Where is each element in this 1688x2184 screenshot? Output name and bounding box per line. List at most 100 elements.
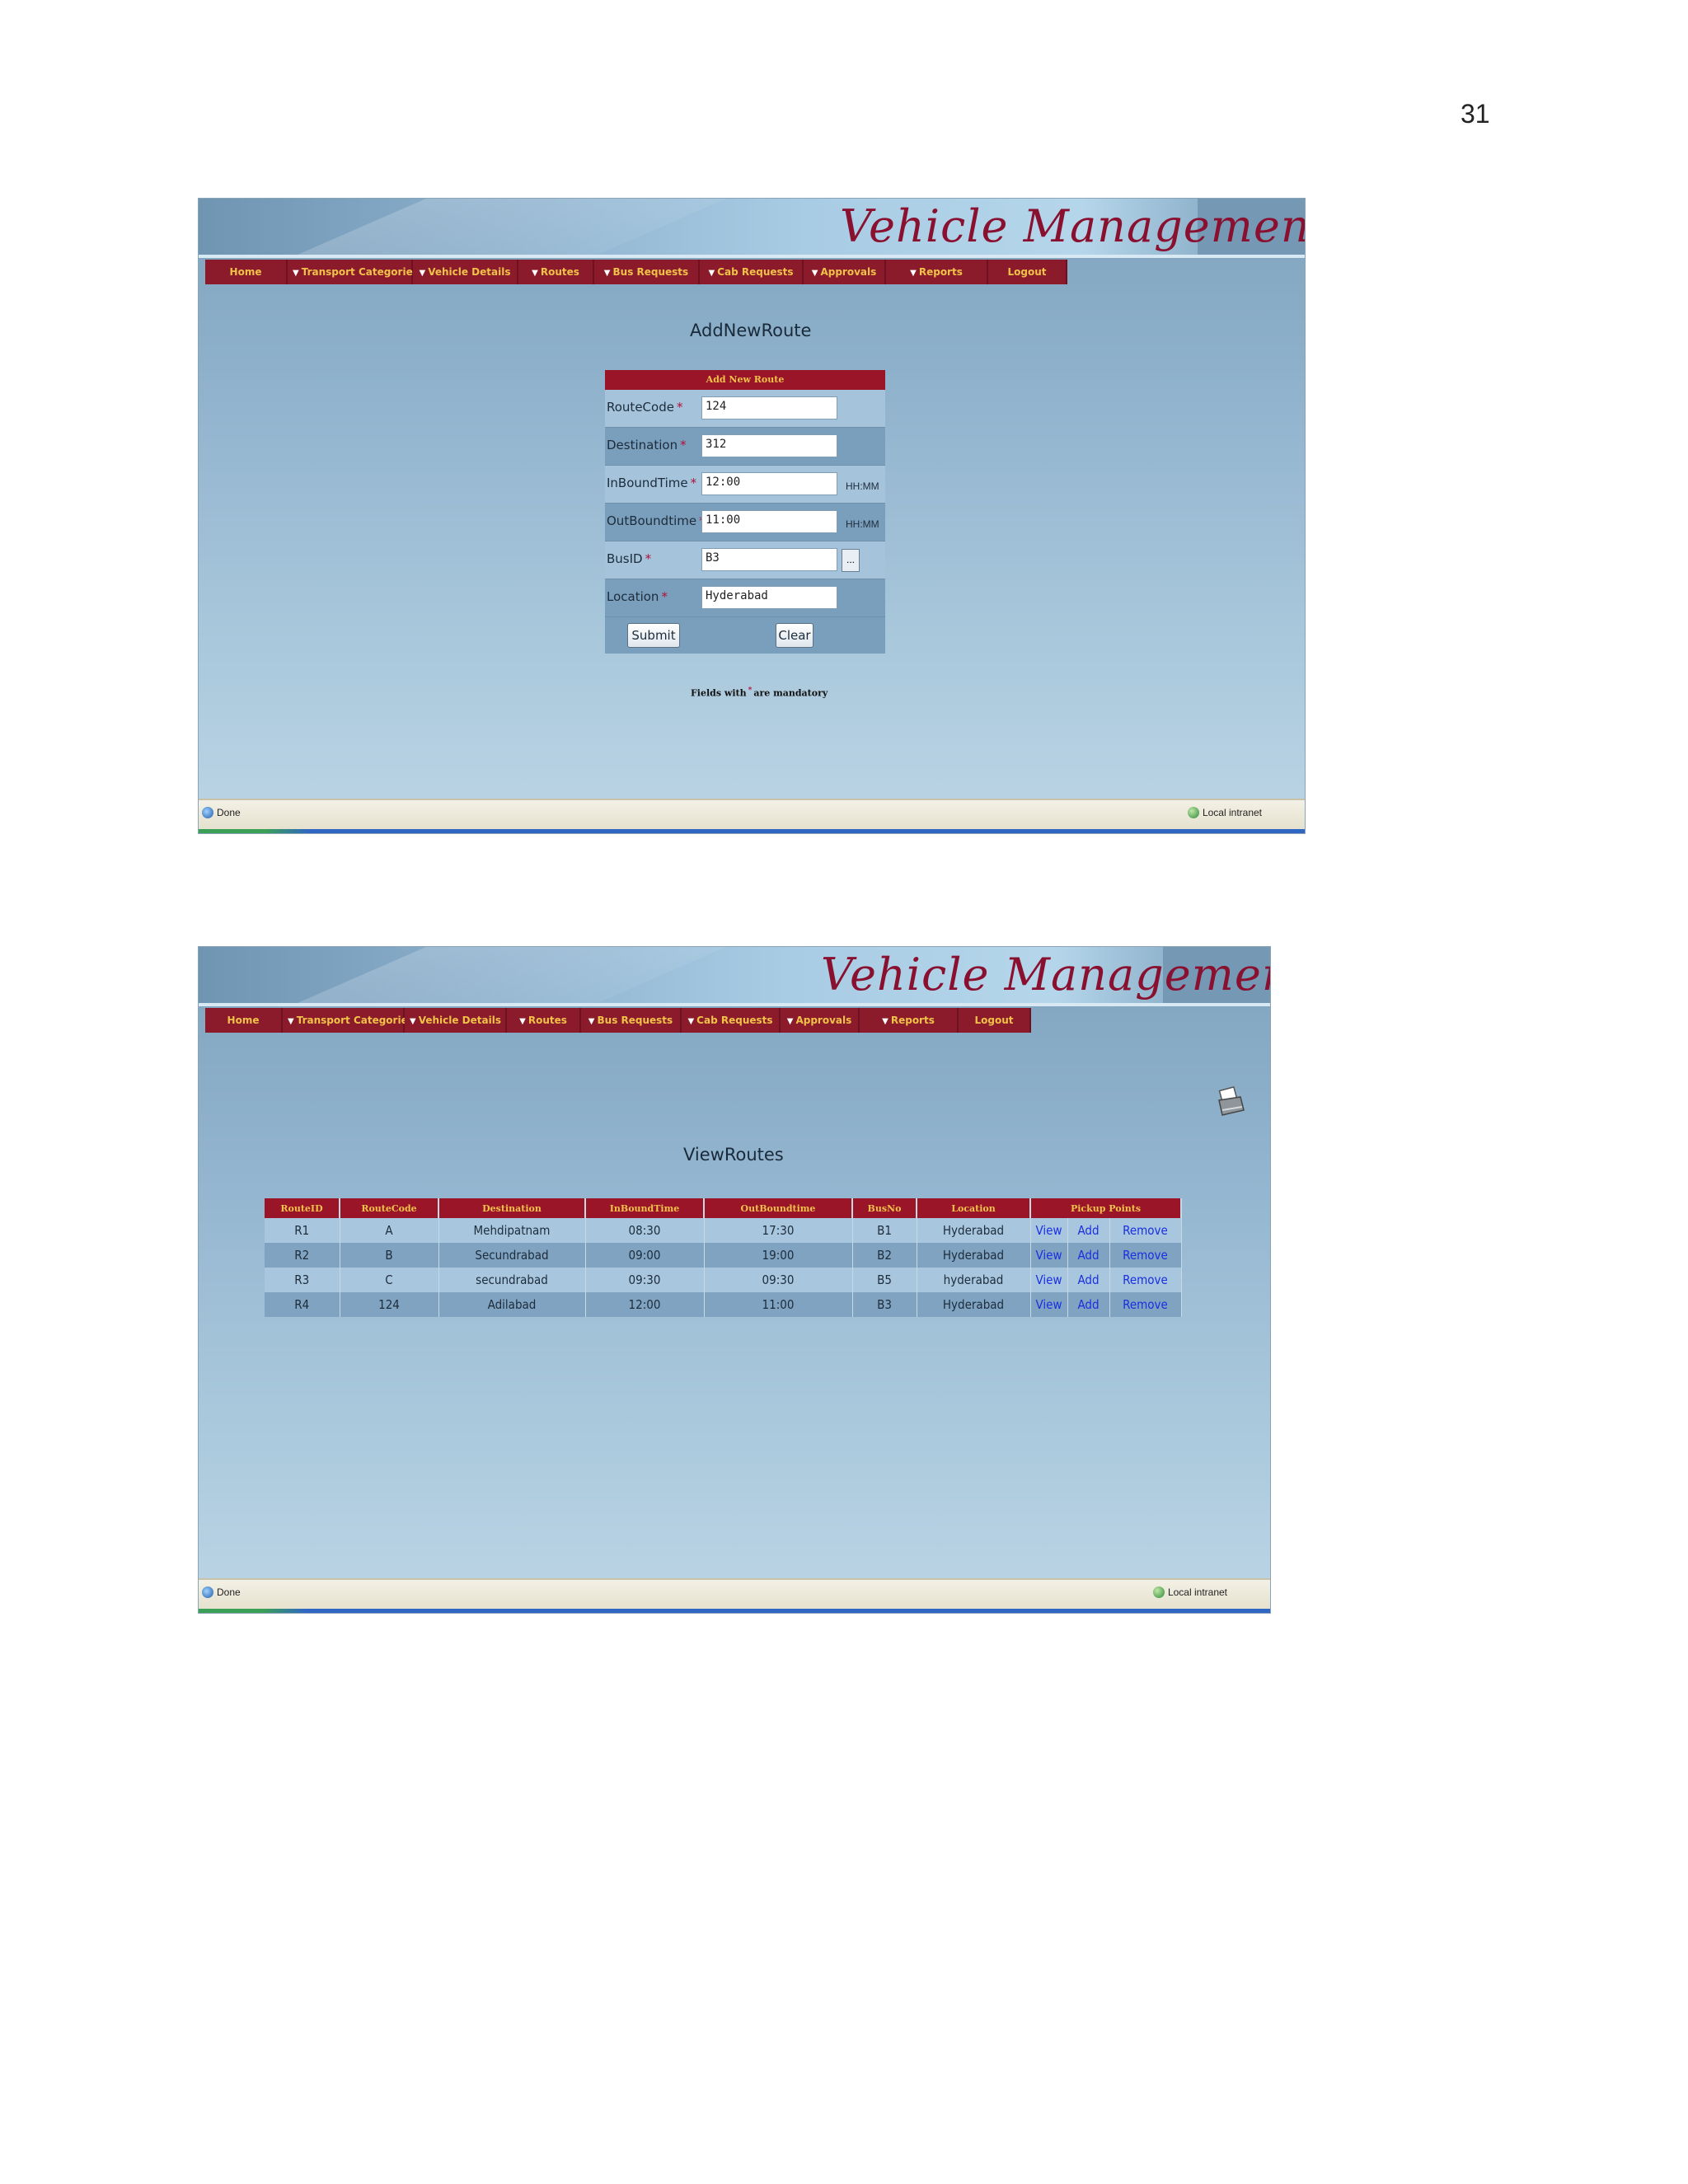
menu-item-bus-requests[interactable]: ▼ Bus Requests bbox=[581, 1008, 682, 1033]
menu-item-logout[interactable]: Logout bbox=[988, 260, 1067, 284]
destination-input[interactable]: 312 bbox=[701, 434, 837, 457]
form-title: Add New Route bbox=[605, 370, 885, 390]
menu-item-home[interactable]: Home bbox=[205, 260, 288, 284]
mandatory-note: Fields with * are mandatory bbox=[691, 687, 828, 699]
field-label-text: Location bbox=[607, 589, 659, 604]
column-header: InBoundTime bbox=[585, 1198, 705, 1218]
menu-item-label: Transport Categories bbox=[296, 1015, 414, 1026]
menu-item-bus-requests[interactable]: ▼ Bus Requests bbox=[594, 260, 700, 284]
menu-item-label: Routes bbox=[540, 266, 579, 278]
status-text: Done bbox=[217, 807, 241, 818]
app-title: Vehicle Management bbox=[821, 949, 1271, 1001]
remove-pickup-link[interactable]: Remove bbox=[1109, 1218, 1182, 1243]
menu-item-label: Bus Requests bbox=[597, 1015, 673, 1026]
required-marker: * bbox=[676, 400, 683, 415]
zone-text: Local intranet bbox=[1167, 1586, 1227, 1598]
menu-item-label: Vehicle Details bbox=[418, 1015, 501, 1026]
view-pickup-link[interactable]: View bbox=[1030, 1218, 1068, 1243]
menu-item-cab-requests[interactable]: ▼ Cab Requests bbox=[700, 260, 804, 284]
table-cell: B3 bbox=[852, 1292, 917, 1317]
field-label: OutBoundtime* bbox=[607, 513, 706, 528]
menu-item-label: Approvals bbox=[820, 266, 877, 278]
menu-item-transport-categories[interactable]: ▼ Transport Categories bbox=[288, 260, 419, 284]
view-routes-screenshot: Vehicle Management Home ▼ Transport Catego… bbox=[198, 946, 1271, 1614]
location-input[interactable]: Hyderabad bbox=[701, 586, 837, 609]
table-cell: B1 bbox=[852, 1218, 917, 1243]
bus-lookup-button[interactable]: ... bbox=[842, 549, 860, 572]
view-pickup-link[interactable]: View bbox=[1030, 1268, 1068, 1292]
table-cell: B bbox=[340, 1243, 439, 1268]
table-cell: Secundrabad bbox=[438, 1243, 586, 1268]
remove-pickup-link[interactable]: Remove bbox=[1109, 1243, 1182, 1268]
menu-item-label: Cab Requests bbox=[696, 1015, 773, 1026]
menu-item-routes[interactable]: ▼ Routes bbox=[518, 260, 594, 284]
form-row-busid: BusID * B3... bbox=[605, 541, 885, 579]
view-pickup-link[interactable]: View bbox=[1030, 1292, 1068, 1317]
menu-item-label: Reports bbox=[890, 1015, 935, 1026]
main-menu: Home ▼ Transport Categories ▼ Vehicle Detail… bbox=[205, 1008, 1031, 1033]
add-pickup-link[interactable]: Add bbox=[1067, 1292, 1110, 1317]
dropdown-arrow-icon: ▼ bbox=[603, 269, 611, 278]
table-cell: B2 bbox=[852, 1243, 917, 1268]
submit-button[interactable]: Submit bbox=[627, 623, 680, 648]
dropdown-arrow-icon: ▼ bbox=[786, 1017, 794, 1026]
menu-item-approvals[interactable]: ▼ Approvals bbox=[804, 260, 886, 284]
remove-pickup-link[interactable]: Remove bbox=[1109, 1268, 1182, 1292]
column-header: RouteID bbox=[265, 1198, 340, 1218]
status-bar: Done Local intranet bbox=[199, 1578, 1270, 1613]
table-row: R3 Csecundrabad 09:30 09:30 B5 hyderabad View A… bbox=[265, 1268, 1182, 1292]
table-cell: Hyderabad bbox=[917, 1218, 1031, 1243]
field-label-text: OutBoundtime bbox=[607, 513, 697, 528]
status-bar: Done Local intranet bbox=[199, 799, 1305, 833]
menu-item-routes[interactable]: ▼ Routes bbox=[507, 1008, 581, 1033]
form-row-destination: Destination * 312 bbox=[605, 428, 885, 466]
column-header: Destination bbox=[438, 1198, 586, 1218]
menu-item-home[interactable]: Home bbox=[205, 1008, 283, 1033]
column-header: OutBoundtime bbox=[704, 1198, 853, 1218]
print-icon[interactable] bbox=[1214, 1085, 1247, 1118]
view-pickup-link[interactable]: View bbox=[1030, 1243, 1068, 1268]
form-row-outboundtime: OutBoundtime*11:00 HH:MM bbox=[605, 504, 885, 541]
field-label: Destination * bbox=[607, 438, 687, 452]
menu-item-vehicle-details[interactable]: ▼ Vehicle Details bbox=[413, 260, 518, 284]
app-banner: Vehicle Management bbox=[199, 947, 1270, 1006]
menu-item-approvals[interactable]: ▼ Approvals bbox=[781, 1008, 860, 1033]
add-pickup-link[interactable]: Add bbox=[1067, 1243, 1110, 1268]
dropdown-arrow-icon: ▼ bbox=[588, 1017, 595, 1026]
menu-item-label: Logout bbox=[974, 1015, 1014, 1026]
busid-input[interactable]: B3 bbox=[701, 548, 837, 571]
table-cell: 11:00 bbox=[704, 1292, 853, 1317]
field-label-text: RouteCode bbox=[607, 400, 674, 415]
routecode-input[interactable]: 124 bbox=[701, 396, 837, 419]
table-cell: Hyderabad bbox=[917, 1292, 1031, 1317]
menu-item-cab-requests[interactable]: ▼ Cab Requests bbox=[682, 1008, 781, 1033]
table-cell: Mehdipatnam bbox=[438, 1218, 586, 1243]
add-route-screenshot: Vehicle Management Home ▼ Transport Catego… bbox=[198, 198, 1306, 834]
menu-item-vehicle-details[interactable]: ▼ Vehicle Details bbox=[405, 1008, 507, 1033]
menu-item-label: Home bbox=[229, 266, 262, 278]
table-row: R2 B Secundrabad 09:00 19:00 B2 Hyderabad View A… bbox=[265, 1243, 1182, 1268]
routes-table: RouteID RouteCode Destination InBoundTime Ou… bbox=[265, 1198, 1182, 1317]
add-pickup-link[interactable]: Add bbox=[1067, 1268, 1110, 1292]
menu-item-transport-categories[interactable]: ▼ Transport Categories bbox=[283, 1008, 414, 1033]
table-row: R1 A Mehdipatnam 08:30 17:30 B1 Hyderabad View A… bbox=[265, 1218, 1182, 1243]
outboundtime-input[interactable]: 11:00 bbox=[701, 510, 837, 533]
table-cell: R3 bbox=[265, 1268, 340, 1292]
time-format-hint: HH:MM bbox=[846, 518, 879, 530]
add-route-form: Add New Route RouteCode * 124 Destination * 3… bbox=[605, 370, 885, 654]
inboundtime-input[interactable]: 12:00 bbox=[701, 472, 837, 495]
menu-item-reports[interactable]: ▼ Reports bbox=[886, 260, 988, 284]
table-cell: 124 bbox=[340, 1292, 439, 1317]
remove-pickup-link[interactable]: Remove bbox=[1109, 1292, 1182, 1317]
dropdown-arrow-icon: ▼ bbox=[532, 269, 538, 278]
field-label: InBoundTime * bbox=[607, 476, 696, 490]
menu-item-logout[interactable]: Logout bbox=[959, 1008, 1031, 1033]
column-header: BusNo bbox=[852, 1198, 917, 1218]
table-row: R4 124 Adilabad 12:00 11:00 B3 Hyderabad View Ad… bbox=[265, 1292, 1182, 1317]
menu-item-reports[interactable]: ▼ Reports bbox=[860, 1008, 959, 1033]
add-pickup-link[interactable]: Add bbox=[1067, 1218, 1110, 1243]
field-label-text: Destination bbox=[607, 438, 678, 452]
mandatory-note-after: are mandatory bbox=[753, 687, 828, 699]
clear-button[interactable]: Clear bbox=[776, 623, 814, 648]
menu-item-label: Cab Requests bbox=[717, 266, 794, 278]
